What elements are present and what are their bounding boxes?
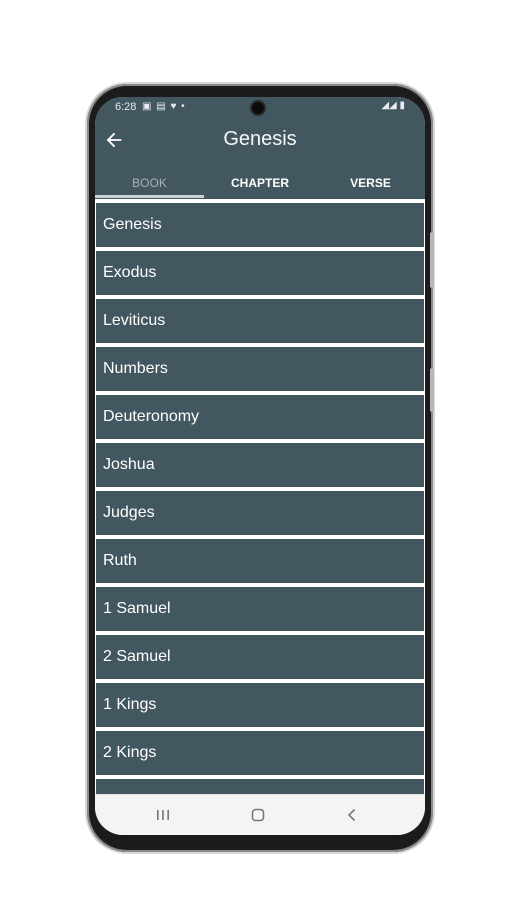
tab-book[interactable]: BOOK: [95, 173, 204, 197]
status-bar: 6:28 ▣ ▤ ♥ • ◢◢ ▮: [95, 97, 425, 119]
book-item-genesis[interactable]: Genesis: [96, 203, 424, 247]
back-chevron-icon[interactable]: [340, 803, 364, 827]
book-list[interactable]: Genesis Exodus Leviticus Numbers Deutero…: [95, 200, 425, 794]
book-item-joshua[interactable]: Joshua: [96, 443, 424, 487]
book-item-exodus[interactable]: Exodus: [96, 251, 424, 295]
book-item-leviticus[interactable]: Leviticus: [96, 299, 424, 343]
recents-icon[interactable]: [151, 803, 175, 827]
notification-icons: ▣ ▤ ♥ •: [142, 101, 186, 112]
book-item-partial[interactable]: [96, 779, 424, 794]
book-item-deuteronomy[interactable]: Deuteronomy: [96, 395, 424, 439]
book-item-1-samuel[interactable]: 1 Samuel: [96, 587, 424, 631]
book-item-1-kings[interactable]: 1 Kings: [96, 683, 424, 727]
phone-screen: 6:28 ▣ ▤ ♥ • ◢◢ ▮ Genesis BOOK CHAPTER V…: [95, 97, 425, 835]
front-camera-icon: [252, 102, 264, 114]
book-item-2-kings[interactable]: 2 Kings: [96, 731, 424, 775]
tab-chapter[interactable]: CHAPTER: [204, 173, 316, 197]
book-item-2-samuel[interactable]: 2 Samuel: [96, 635, 424, 679]
status-time: 6:28: [115, 101, 137, 113]
home-icon[interactable]: [246, 803, 270, 827]
system-nav-bar: [95, 794, 425, 835]
tab-verse[interactable]: VERSE: [316, 173, 425, 197]
signal-battery-icons: ◢◢ ▮: [381, 100, 405, 111]
volume-button: [430, 232, 434, 288]
power-button: [430, 368, 434, 412]
app-bar: Genesis BOOK CHAPTER VERSE: [95, 119, 425, 199]
book-item-ruth[interactable]: Ruth: [96, 539, 424, 583]
tab-indicator: [95, 195, 204, 198]
book-item-judges[interactable]: Judges: [96, 491, 424, 535]
book-item-numbers[interactable]: Numbers: [96, 347, 424, 391]
page-title: Genesis: [223, 128, 297, 150]
